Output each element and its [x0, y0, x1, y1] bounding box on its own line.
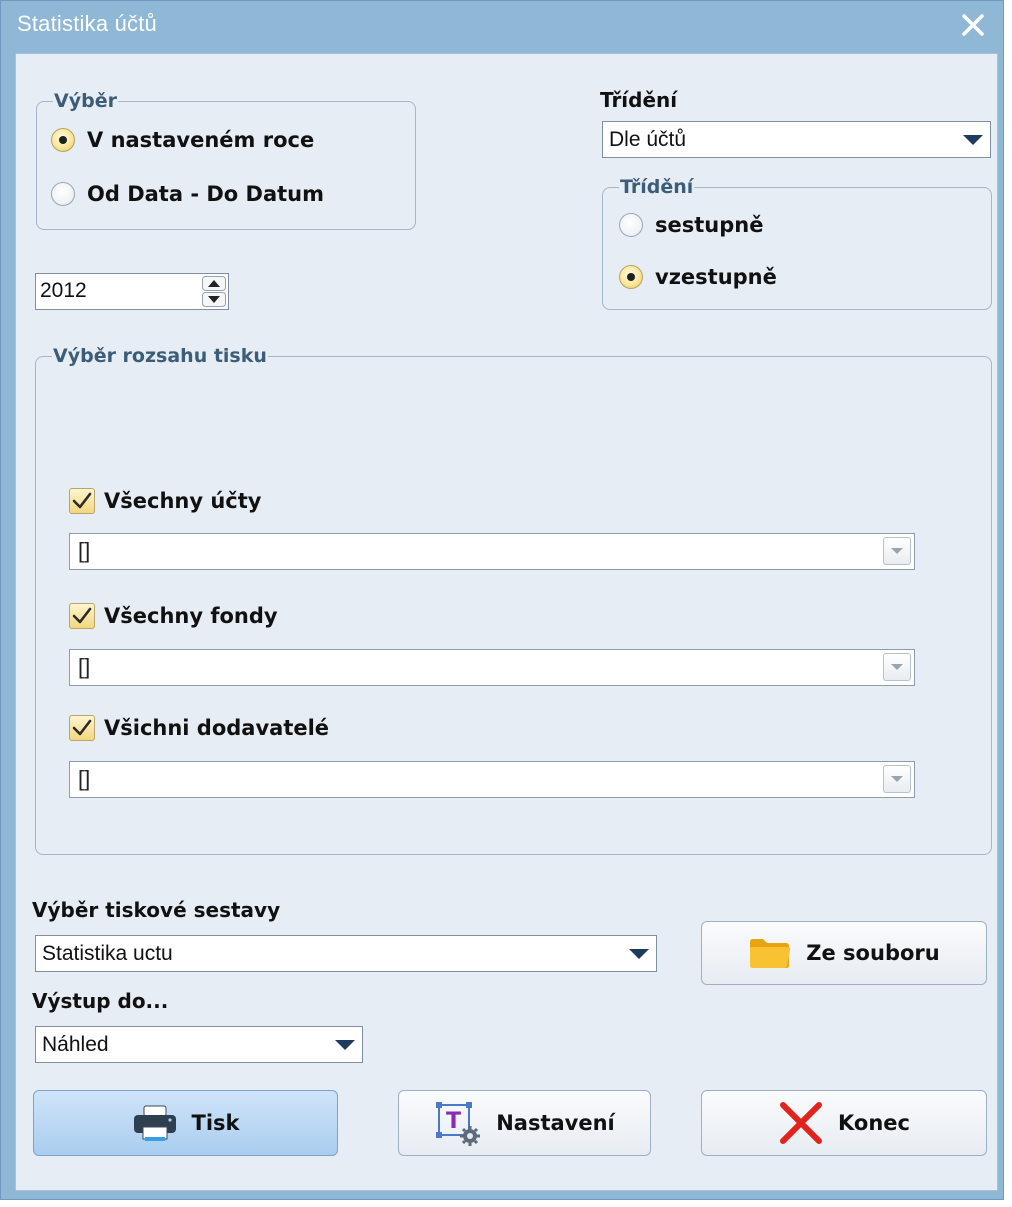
output-combo[interactable]: Náhled: [35, 1026, 363, 1063]
sorting-label: Třídění: [600, 88, 678, 112]
suppliers-field-value: []: [78, 766, 91, 791]
settings-button[interactable]: T Nastavení: [398, 1090, 651, 1156]
chevron-down-icon[interactable]: [622, 936, 656, 971]
funds-field-value: []: [78, 654, 91, 679]
radio-button[interactable]: [619, 213, 643, 237]
close-label: Konec: [838, 1111, 910, 1135]
radio-label-date-range: Od Data - Do Datum: [87, 182, 324, 206]
title-bar: Statistika účtů: [1, 1, 1003, 49]
radio-button[interactable]: [51, 182, 75, 206]
print-label: Tisk: [191, 1111, 240, 1135]
folder-icon: [748, 936, 792, 970]
chevron-down-icon[interactable]: [328, 1027, 362, 1062]
radio-label-in-set-year: V nastaveném roce: [87, 128, 315, 152]
output-combo-value: Náhled: [42, 1032, 109, 1056]
sort-direction-legend: Třídění: [620, 176, 694, 198]
dialog-window: Statistika účtů Výběr V nastaveném roce …: [0, 0, 1004, 1200]
close-icon[interactable]: [957, 9, 989, 41]
radio-button-checked[interactable]: [51, 128, 75, 152]
checkbox-all-suppliers[interactable]: Všichni dodavatelé: [69, 715, 329, 741]
year-value: 2012: [40, 279, 87, 302]
from-file-button[interactable]: Ze souboru: [701, 921, 987, 985]
radio-button-checked[interactable]: [619, 265, 643, 289]
checkbox-all-accounts[interactable]: Všechny účty: [69, 488, 261, 514]
window-title: Statistika účtů: [17, 11, 157, 36]
text-settings-icon: T: [434, 1100, 482, 1146]
accounts-field-value: []: [78, 538, 91, 563]
check-icon[interactable]: [69, 488, 95, 514]
suppliers-select-field[interactable]: []: [69, 761, 915, 798]
radio-descending[interactable]: sestupně: [619, 213, 763, 237]
printer-icon: [132, 1103, 178, 1143]
checkbox-label-all-funds: Všechny fondy: [104, 604, 278, 628]
radio-ascending[interactable]: vzestupně: [619, 265, 777, 289]
funds-select-field[interactable]: []: [69, 649, 915, 686]
checkbox-label-all-suppliers: Všichni dodavatelé: [104, 716, 330, 740]
from-file-label: Ze souboru: [806, 941, 940, 965]
year-spin-input[interactable]: 2012: [35, 273, 229, 310]
dialog-client-area: Výběr V nastaveném roce Od Data - Do Dat…: [15, 53, 998, 1191]
selection-group: Výběr: [36, 90, 416, 230]
accounts-select-field[interactable]: []: [69, 533, 915, 570]
checkbox-all-funds[interactable]: Všechny fondy: [69, 603, 278, 629]
chevron-down-icon[interactable]: [883, 653, 911, 681]
red-x-icon: [778, 1101, 824, 1145]
chevron-down-icon[interactable]: [883, 765, 911, 793]
spin-buttons[interactable]: [202, 276, 226, 307]
print-button[interactable]: Tisk: [33, 1090, 338, 1156]
radio-in-set-year[interactable]: V nastaveném roce: [51, 128, 314, 152]
chevron-down-icon[interactable]: [956, 122, 990, 157]
checkbox-label-all-accounts: Všechny účty: [104, 489, 262, 513]
sorting-combo-value: Dle účtů: [609, 127, 687, 151]
sort-direction-group: Třídění: [602, 176, 992, 310]
close-button[interactable]: Konec: [701, 1090, 987, 1156]
radio-date-range[interactable]: Od Data - Do Datum: [51, 182, 324, 206]
report-label: Výběr tiskové sestavy: [32, 898, 281, 922]
settings-label: Nastavení: [496, 1111, 615, 1135]
check-icon[interactable]: [69, 715, 95, 741]
report-combo-value: Statistika uctu: [42, 941, 173, 965]
check-icon[interactable]: [69, 603, 95, 629]
selection-group-legend: Výběr: [54, 90, 117, 112]
sorting-combo[interactable]: Dle účtů: [602, 121, 991, 158]
print-range-legend: Výběr rozsahu tisku: [53, 345, 267, 367]
radio-label-ascending: vzestupně: [655, 265, 777, 289]
output-label: Výstup do...: [32, 989, 169, 1013]
svg-text:T: T: [446, 1109, 461, 1134]
report-combo[interactable]: Statistika uctu: [35, 935, 657, 972]
radio-label-descending: sestupně: [655, 213, 764, 237]
chevron-down-icon[interactable]: [883, 537, 911, 565]
